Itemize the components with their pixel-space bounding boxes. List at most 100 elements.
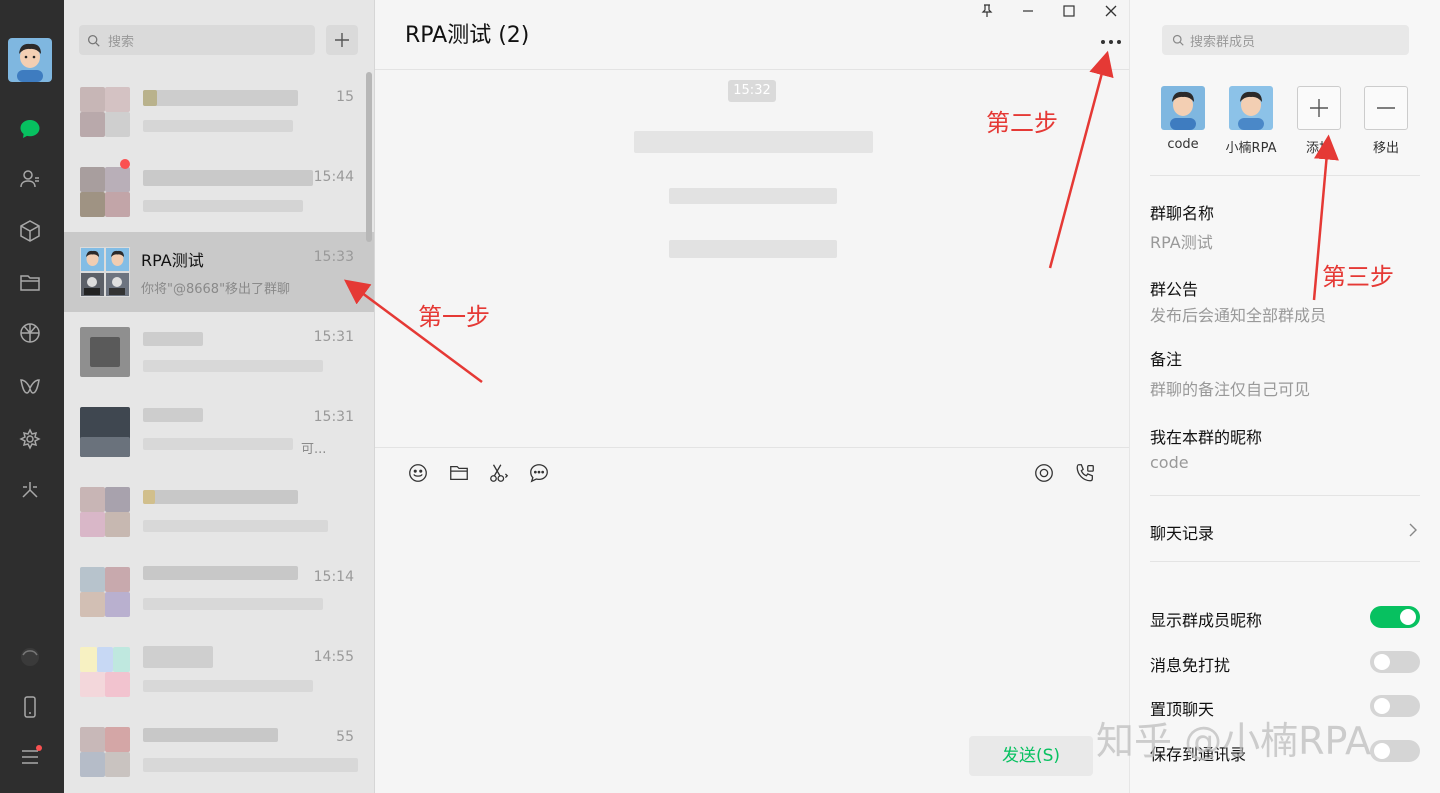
mini-program-icon[interactable]: [17, 478, 43, 504]
send-file-button[interactable]: [446, 460, 472, 486]
scissors-icon: [490, 464, 509, 482]
search-placeholder: 搜索: [108, 34, 135, 50]
toggle-label: 显示群成员昵称: [1150, 611, 1263, 630]
save-to-contacts-toggle[interactable]: [1370, 740, 1420, 762]
minus-icon: [1364, 86, 1408, 130]
watermark: 知乎 @小楠RPA: [1096, 719, 1371, 763]
step3-annotation: 第三步: [1322, 263, 1394, 291]
conversation-time: 15:14: [313, 569, 354, 585]
remove-member-label: 移出: [1372, 141, 1399, 156]
add-icon: [1297, 86, 1341, 130]
step2-annotation: 第二步: [986, 109, 1058, 137]
conversation-item[interactable]: [64, 472, 374, 552]
system-message: [669, 188, 837, 204]
search-network-icon[interactable]: [17, 426, 43, 452]
conversation-avatar: [80, 647, 130, 697]
conversation-time: 15:31: [313, 329, 354, 345]
conversation-time: 55: [336, 729, 354, 745]
conversation-time: 14:55: [313, 649, 354, 665]
chat-title: RPA测试 (2): [405, 23, 530, 48]
remove-member-button[interactable]: 移出: [1356, 86, 1416, 156]
conversation-item[interactable]: 15:31 可...: [64, 392, 374, 472]
input-divider: [375, 447, 1129, 448]
search-icon: [1172, 34, 1184, 46]
chevron-right-icon: [1409, 523, 1417, 537]
remark-value[interactable]: 群聊的备注仅自己可见: [1150, 376, 1310, 400]
conversation-item-rpa-test[interactable]: RPA测试 15:33 你将"@8668"移出了群聊: [64, 232, 374, 312]
group-name-label: 群聊名称: [1150, 204, 1215, 223]
screenshot-button[interactable]: [486, 460, 512, 486]
minimize-button[interactable]: [1014, 0, 1042, 22]
close-button[interactable]: [1097, 0, 1125, 22]
toggle-label: 消息免打扰: [1150, 656, 1231, 675]
member-xiaonan-rpa[interactable]: 小楠RPA: [1221, 86, 1281, 156]
live-button[interactable]: [1031, 460, 1057, 486]
status-icon[interactable]: [17, 644, 43, 670]
conversation-name: RPA测试: [141, 251, 204, 270]
conversation-item[interactable]: 15:14: [64, 552, 374, 632]
folder-icon: [450, 465, 468, 481]
more-dots-icon: [1101, 40, 1121, 44]
live-icon: [1035, 464, 1053, 482]
divider: [1150, 175, 1420, 176]
show-member-nickname-toggle[interactable]: [1370, 606, 1420, 628]
search-input[interactable]: 搜索: [79, 25, 315, 55]
member-search-placeholder: 搜索群成员: [1190, 34, 1256, 50]
chat-info-button[interactable]: [1097, 32, 1125, 52]
maximize-button[interactable]: [1055, 0, 1083, 22]
user-avatar[interactable]: [8, 38, 52, 82]
search-icon: [87, 34, 100, 47]
mobile-icon[interactable]: [17, 694, 43, 720]
plus-icon: [335, 33, 349, 47]
message-timestamp: 15:32: [728, 80, 776, 102]
send-button[interactable]: 发送(S): [969, 736, 1093, 776]
folder-icon[interactable]: [17, 270, 43, 296]
conversation-item[interactable]: 14:55: [64, 632, 374, 712]
group-info-panel: 搜索群成员 code 小楠RPA 添加 移出 群聊名称 RPA测试 群公告 发布…: [1129, 0, 1440, 793]
member-name: code: [1167, 137, 1199, 152]
conversation-time: 15: [336, 89, 354, 105]
channels-icon[interactable]: [17, 374, 43, 400]
step1-annotation: 第一步: [418, 303, 490, 331]
member-code[interactable]: code: [1153, 86, 1213, 152]
menu-icon[interactable]: [17, 744, 43, 770]
group-name-value[interactable]: RPA测试: [1150, 229, 1213, 253]
chat-history-link[interactable]: 聊天记录: [1150, 520, 1214, 544]
group-notice-value[interactable]: 发布后会通知全部群成员: [1150, 302, 1326, 326]
list-scrollbar[interactable]: [366, 72, 372, 242]
emoji-button[interactable]: [405, 460, 431, 486]
close-icon: [1105, 5, 1117, 17]
minimize-icon: [1023, 10, 1033, 12]
conversation-time: 15:44: [313, 169, 354, 185]
phone-icon: [1076, 464, 1094, 482]
member-name: 小楠RPA: [1225, 141, 1277, 156]
pin-window-button[interactable]: [973, 0, 1001, 22]
chat-history-button[interactable]: [526, 460, 552, 486]
conversation-preview: 你将"@8668"移出了群聊: [141, 282, 291, 297]
contacts-icon[interactable]: [17, 166, 43, 192]
conversation-item[interactable]: 15:44: [64, 152, 374, 232]
maximize-icon: [1063, 5, 1075, 17]
start-group-button[interactable]: [326, 25, 358, 55]
chat-icon[interactable]: [17, 116, 43, 142]
group-avatar: [80, 247, 130, 297]
call-button[interactable]: [1072, 460, 1098, 486]
member-search-input[interactable]: 搜索群成员: [1162, 25, 1409, 55]
conversation-item[interactable]: 55: [64, 712, 374, 792]
conversation-item[interactable]: 15:31: [64, 312, 374, 392]
member-avatar: [1161, 86, 1205, 130]
conversation-item[interactable]: 15: [64, 72, 374, 152]
divider: [1150, 495, 1420, 496]
my-nickname-label: 我在本群的昵称: [1150, 428, 1263, 447]
add-member-label: 添加: [1305, 141, 1332, 156]
left-navigation-rail: [0, 0, 64, 793]
box-icon[interactable]: [17, 218, 43, 244]
add-member-button[interactable]: 添加: [1289, 86, 1349, 156]
my-nickname-value[interactable]: code: [1150, 453, 1189, 472]
pin-icon: [981, 4, 993, 17]
conversation-avatar: [80, 327, 130, 377]
mute-notifications-toggle[interactable]: [1370, 651, 1420, 673]
pin-chat-toggle[interactable]: [1370, 695, 1420, 717]
system-message: [634, 131, 873, 153]
moments-icon[interactable]: [17, 320, 43, 346]
